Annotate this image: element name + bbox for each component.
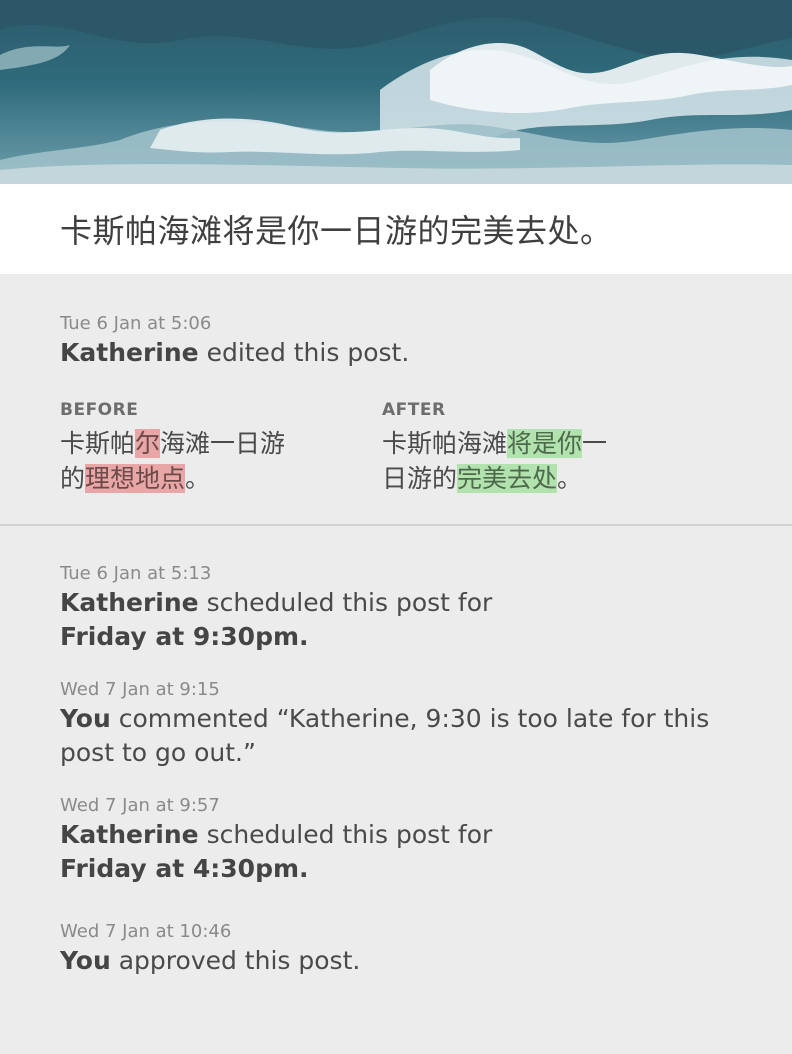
diff-segment: 。	[557, 464, 583, 493]
diff-segment: 卡斯帕	[60, 429, 136, 458]
diff-after: AFTER 卡斯帕海滩将是你一日游的完美去处。	[382, 398, 704, 496]
entry-message: Katherine scheduled this post for Friday…	[60, 818, 732, 886]
entry-message: Katherine edited this post.	[60, 336, 732, 370]
post-title: 卡斯帕海滩将是你一日游的完美去处。	[0, 184, 792, 274]
entry-actor: You	[60, 704, 111, 733]
diff-before-text: 卡斯帕尔海滩一日游的理想地点。	[60, 426, 300, 496]
diff-segment: 。	[185, 464, 211, 493]
edit-diff: BEFORE 卡斯帕尔海滩一日游的理想地点。 AFTER 卡斯帕海滩将是你一日游…	[60, 398, 732, 496]
waves-graphic	[0, 0, 792, 184]
entry-action: edited this post.	[206, 338, 410, 367]
diff-deletion: 尔	[135, 429, 161, 458]
activity-entry-comment: Wed 7 Jan at 9:15 You commented “Katheri…	[60, 678, 732, 770]
entry-actor: Katherine	[60, 338, 199, 367]
entry-timestamp: Wed 7 Jan at 10:46	[60, 921, 232, 942]
activity-entry-edit: Tue 6 Jan at 5:06 Katherine edited this …	[0, 274, 792, 496]
activity-entry-approve: Wed 7 Jan at 10:46 You approved this pos…	[60, 920, 732, 978]
diff-insertion: 完美去处	[457, 464, 558, 493]
diff-before: BEFORE 卡斯帕尔海滩一日游的理想地点。	[60, 398, 382, 496]
entry-message: Katherine scheduled this post for Friday…	[60, 586, 732, 654]
entry-timestamp: Tue 6 Jan at 5:06	[60, 313, 212, 334]
entry-action: scheduled this post for	[206, 820, 493, 849]
entry-timestamp: Tue 6 Jan at 5:13	[60, 563, 212, 584]
diff-insertion: 将是你	[507, 429, 583, 458]
entry-message: You commented “Katherine, 9:30 is too la…	[60, 702, 732, 770]
activity-entry-schedule: Wed 7 Jan at 9:57 Katherine scheduled th…	[60, 794, 732, 886]
entry-detail: Friday at 4:30pm.	[60, 854, 309, 883]
entry-action: scheduled this post for	[206, 588, 493, 617]
entry-action: approved this post.	[118, 946, 361, 975]
diff-before-label: BEFORE	[60, 400, 139, 420]
activity-entry-schedule: Tue 6 Jan at 5:13 Katherine scheduled th…	[60, 562, 732, 654]
diff-deletion: 理想地点	[85, 464, 186, 493]
diff-after-label: AFTER	[382, 400, 446, 420]
diff-segment: 卡斯帕海滩	[382, 429, 508, 458]
entry-detail: Friday at 9:30pm.	[60, 622, 309, 651]
entry-message: You approved this post.	[60, 944, 732, 978]
hero-image	[0, 0, 792, 184]
entry-actor: You	[60, 946, 111, 975]
entry-actor: Katherine	[60, 820, 199, 849]
entry-action: commented “Katherine, 9:30 is too late f…	[60, 704, 710, 767]
entry-actor: Katherine	[60, 588, 199, 617]
entry-timestamp: Wed 7 Jan at 9:57	[60, 795, 220, 816]
diff-after-text: 卡斯帕海滩将是你一日游的完美去处。	[382, 426, 622, 496]
entry-timestamp: Wed 7 Jan at 9:15	[60, 679, 220, 700]
